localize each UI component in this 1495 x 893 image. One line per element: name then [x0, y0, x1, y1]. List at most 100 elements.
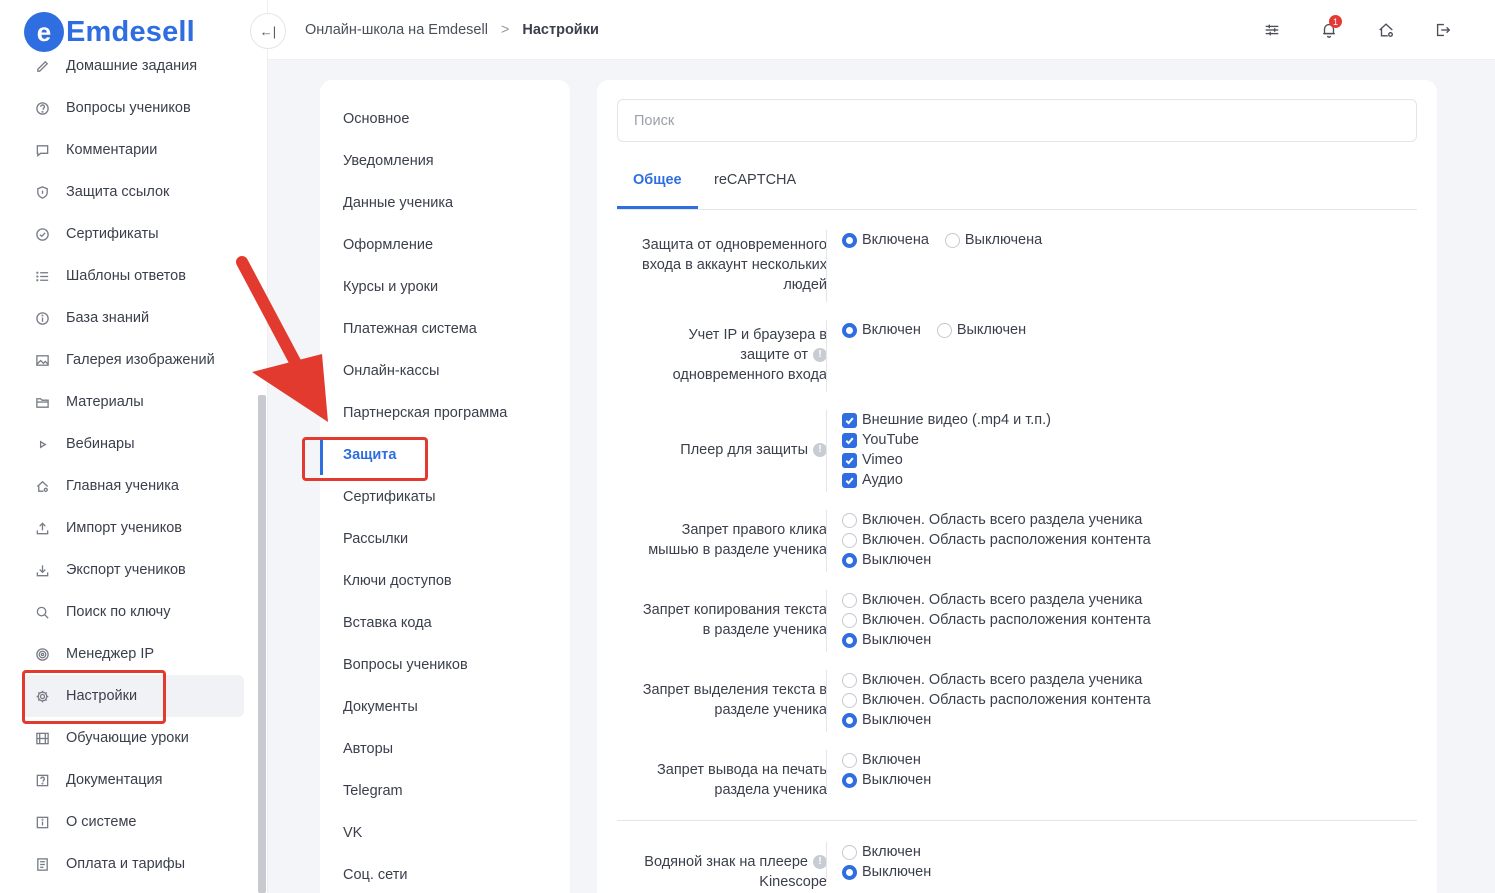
radio-option[interactable]: Включен. Область всего раздела ученика	[842, 670, 1151, 690]
home-gear-icon[interactable]	[1376, 20, 1396, 40]
radio-selected[interactable]	[842, 864, 857, 880]
collapse-sidebar-button[interactable]: ←|	[250, 13, 286, 49]
radio-option[interactable]: Включен. Область расположения контента	[842, 530, 1151, 550]
logout-icon[interactable]	[1433, 20, 1453, 40]
sidebar-item-5[interactable]: Шаблоны ответов	[22, 255, 244, 297]
radio-unselected[interactable]	[936, 322, 952, 338]
radio-selected[interactable]	[842, 632, 857, 648]
settings-menu-item[interactable]: Основное	[343, 111, 409, 127]
sidebar-item-4[interactable]: Сертификаты	[22, 213, 244, 255]
settings-menu-item[interactable]: Рассылки	[343, 531, 408, 547]
checkbox-option[interactable]: YouTube	[842, 430, 1051, 450]
checkbox-checked[interactable]	[842, 452, 857, 468]
tab-recaptcha[interactable]: reCAPTCHA	[714, 172, 796, 188]
info-square-icon	[34, 814, 50, 830]
radio-option[interactable]: Выключен	[842, 710, 1151, 730]
radio-option[interactable]: Включена	[842, 230, 929, 250]
sidebar-item-14[interactable]: Менеджер IP	[22, 633, 244, 675]
setting-label: Плеер для защиты!	[617, 440, 827, 460]
sidebar-item-0[interactable]: Домашние задания	[22, 45, 244, 87]
checkbox-option[interactable]: Vimeo	[842, 450, 1051, 470]
settings-menu-item[interactable]: Вопросы учеников	[343, 657, 468, 673]
sliders-icon[interactable]	[1262, 20, 1282, 40]
radio-option[interactable]: Выключен	[842, 770, 931, 790]
radio-unselected[interactable]	[842, 592, 857, 608]
settings-menu-item[interactable]: Сертификаты	[343, 489, 436, 505]
settings-menu-item[interactable]: Оформление	[343, 237, 433, 253]
sidebar-item-10[interactable]: Главная ученика	[22, 465, 244, 507]
sidebar-item-13[interactable]: Поиск по ключу	[22, 591, 244, 633]
radio-unselected[interactable]	[842, 672, 857, 688]
sidebar-item-12[interactable]: Экспорт учеников	[22, 549, 244, 591]
settings-menu-item[interactable]: VK	[343, 825, 362, 841]
radio-option[interactable]: Выключена	[944, 230, 1042, 250]
radio-option[interactable]: Выключен	[842, 630, 1151, 650]
sidebar-item-19[interactable]: Оплата и тарифы	[22, 843, 244, 885]
radio-option[interactable]: Выключен	[842, 862, 931, 882]
check-circle-icon	[34, 226, 50, 242]
settings-menu-item[interactable]: Ключи доступов	[343, 573, 452, 589]
radio-unselected[interactable]	[842, 692, 857, 708]
radio-selected[interactable]	[842, 712, 857, 728]
checkbox-checked[interactable]	[842, 472, 857, 488]
radio-option[interactable]: Включен	[842, 320, 921, 340]
sidebar-item-18[interactable]: О системе	[22, 801, 244, 843]
sidebar-item-9[interactable]: Вебинары	[22, 423, 244, 465]
settings-menu-item[interactable]: Вставка кода	[343, 615, 432, 631]
sidebar-item-8[interactable]: Материалы	[22, 381, 244, 423]
radio-option[interactable]: Включен. Область расположения контента	[842, 690, 1151, 710]
settings-menu-item[interactable]: Данные ученика	[343, 195, 453, 211]
settings-menu-item[interactable]: Партнерская программа	[343, 405, 507, 421]
radio-selected[interactable]	[842, 552, 857, 568]
radio-option[interactable]: Включен. Область всего раздела ученика	[842, 510, 1151, 530]
sidebar-item-1[interactable]: Вопросы учеников	[22, 87, 244, 129]
logo-text: Emdesell	[66, 15, 195, 48]
settings-menu-item[interactable]: Онлайн-кассы	[343, 363, 439, 379]
radio-selected[interactable]	[842, 232, 857, 248]
settings-menu-item[interactable]: Соц. сети	[343, 867, 407, 883]
radio-option[interactable]: Выключен	[842, 550, 1151, 570]
checkbox-checked[interactable]	[842, 412, 857, 428]
radio-option[interactable]: Включен	[842, 750, 931, 770]
settings-menu-item[interactable]: Курсы и уроки	[343, 279, 438, 295]
setting-label-line: Водяной знак на плеере	[644, 854, 808, 870]
sidebar-item-7[interactable]: Галерея изображений	[22, 339, 244, 381]
radio-unselected[interactable]	[842, 512, 857, 528]
sidebar-scrollbar[interactable]	[258, 395, 266, 893]
info-icon[interactable]: !	[813, 443, 827, 458]
radio-option[interactable]: Выключен	[936, 320, 1026, 340]
radio-option[interactable]: Включен. Область всего раздела ученика	[842, 590, 1151, 610]
radio-selected[interactable]	[842, 322, 857, 338]
sidebar-item-6[interactable]: База знаний	[22, 297, 244, 339]
radio-unselected[interactable]	[842, 612, 857, 628]
sidebar-item-2[interactable]: Комментарии	[22, 129, 244, 171]
sidebar-item-17[interactable]: Документация	[22, 759, 244, 801]
info-icon[interactable]: !	[813, 855, 827, 870]
settings-menu-item[interactable]: Telegram	[343, 783, 403, 799]
checkbox-option[interactable]: Внешние видео (.mp4 и т.п.)	[842, 410, 1051, 430]
sidebar: e Emdesell Домашние задания Вопросы учени…	[0, 0, 268, 893]
radio-unselected[interactable]	[842, 844, 857, 860]
info-icon[interactable]: !	[813, 348, 827, 363]
sidebar-item-label: Вопросы учеников	[66, 100, 191, 116]
radio-selected[interactable]	[842, 772, 857, 788]
tab-general[interactable]: Общее	[633, 172, 682, 188]
sidebar-item-11[interactable]: Импорт учеников	[22, 507, 244, 549]
settings-menu-item[interactable]: Документы	[343, 699, 418, 715]
bell-icon[interactable]: 1	[1319, 15, 1342, 40]
settings-menu-item[interactable]: Авторы	[343, 741, 393, 757]
checkbox-checked[interactable]	[842, 432, 857, 448]
radio-unselected[interactable]	[842, 752, 857, 768]
search-input[interactable]: Поиск	[617, 99, 1417, 142]
option-label: YouTube	[862, 432, 919, 448]
radio-unselected[interactable]	[944, 232, 960, 248]
settings-menu-item[interactable]: Платежная система	[343, 321, 477, 337]
settings-menu-item[interactable]: Уведомления	[343, 153, 434, 169]
sidebar-item-3[interactable]: Защита ссылок	[22, 171, 244, 213]
radio-option[interactable]: Включен. Область расположения контента	[842, 610, 1151, 630]
breadcrumb-root[interactable]: Онлайн-школа на Emdesell	[305, 22, 488, 38]
radio-option[interactable]: Включен	[842, 842, 931, 862]
radio-unselected[interactable]	[842, 532, 857, 548]
top-header: ←| Онлайн-школа на Emdesell > Настройки …	[250, 0, 1495, 60]
checkbox-option[interactable]: Аудио	[842, 470, 1051, 490]
